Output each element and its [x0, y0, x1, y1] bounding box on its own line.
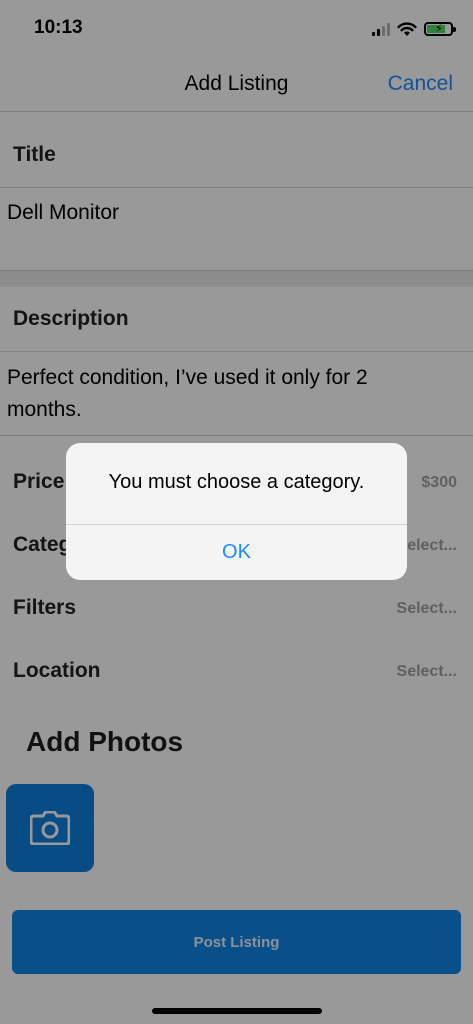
home-indicator[interactable] [152, 1008, 322, 1014]
alert-dialog: You must choose a category. OK [66, 443, 407, 580]
alert-ok-label: OK [222, 541, 251, 563]
alert-ok-button[interactable]: OK [66, 525, 407, 580]
alert-message: You must choose a category. [108, 471, 365, 493]
